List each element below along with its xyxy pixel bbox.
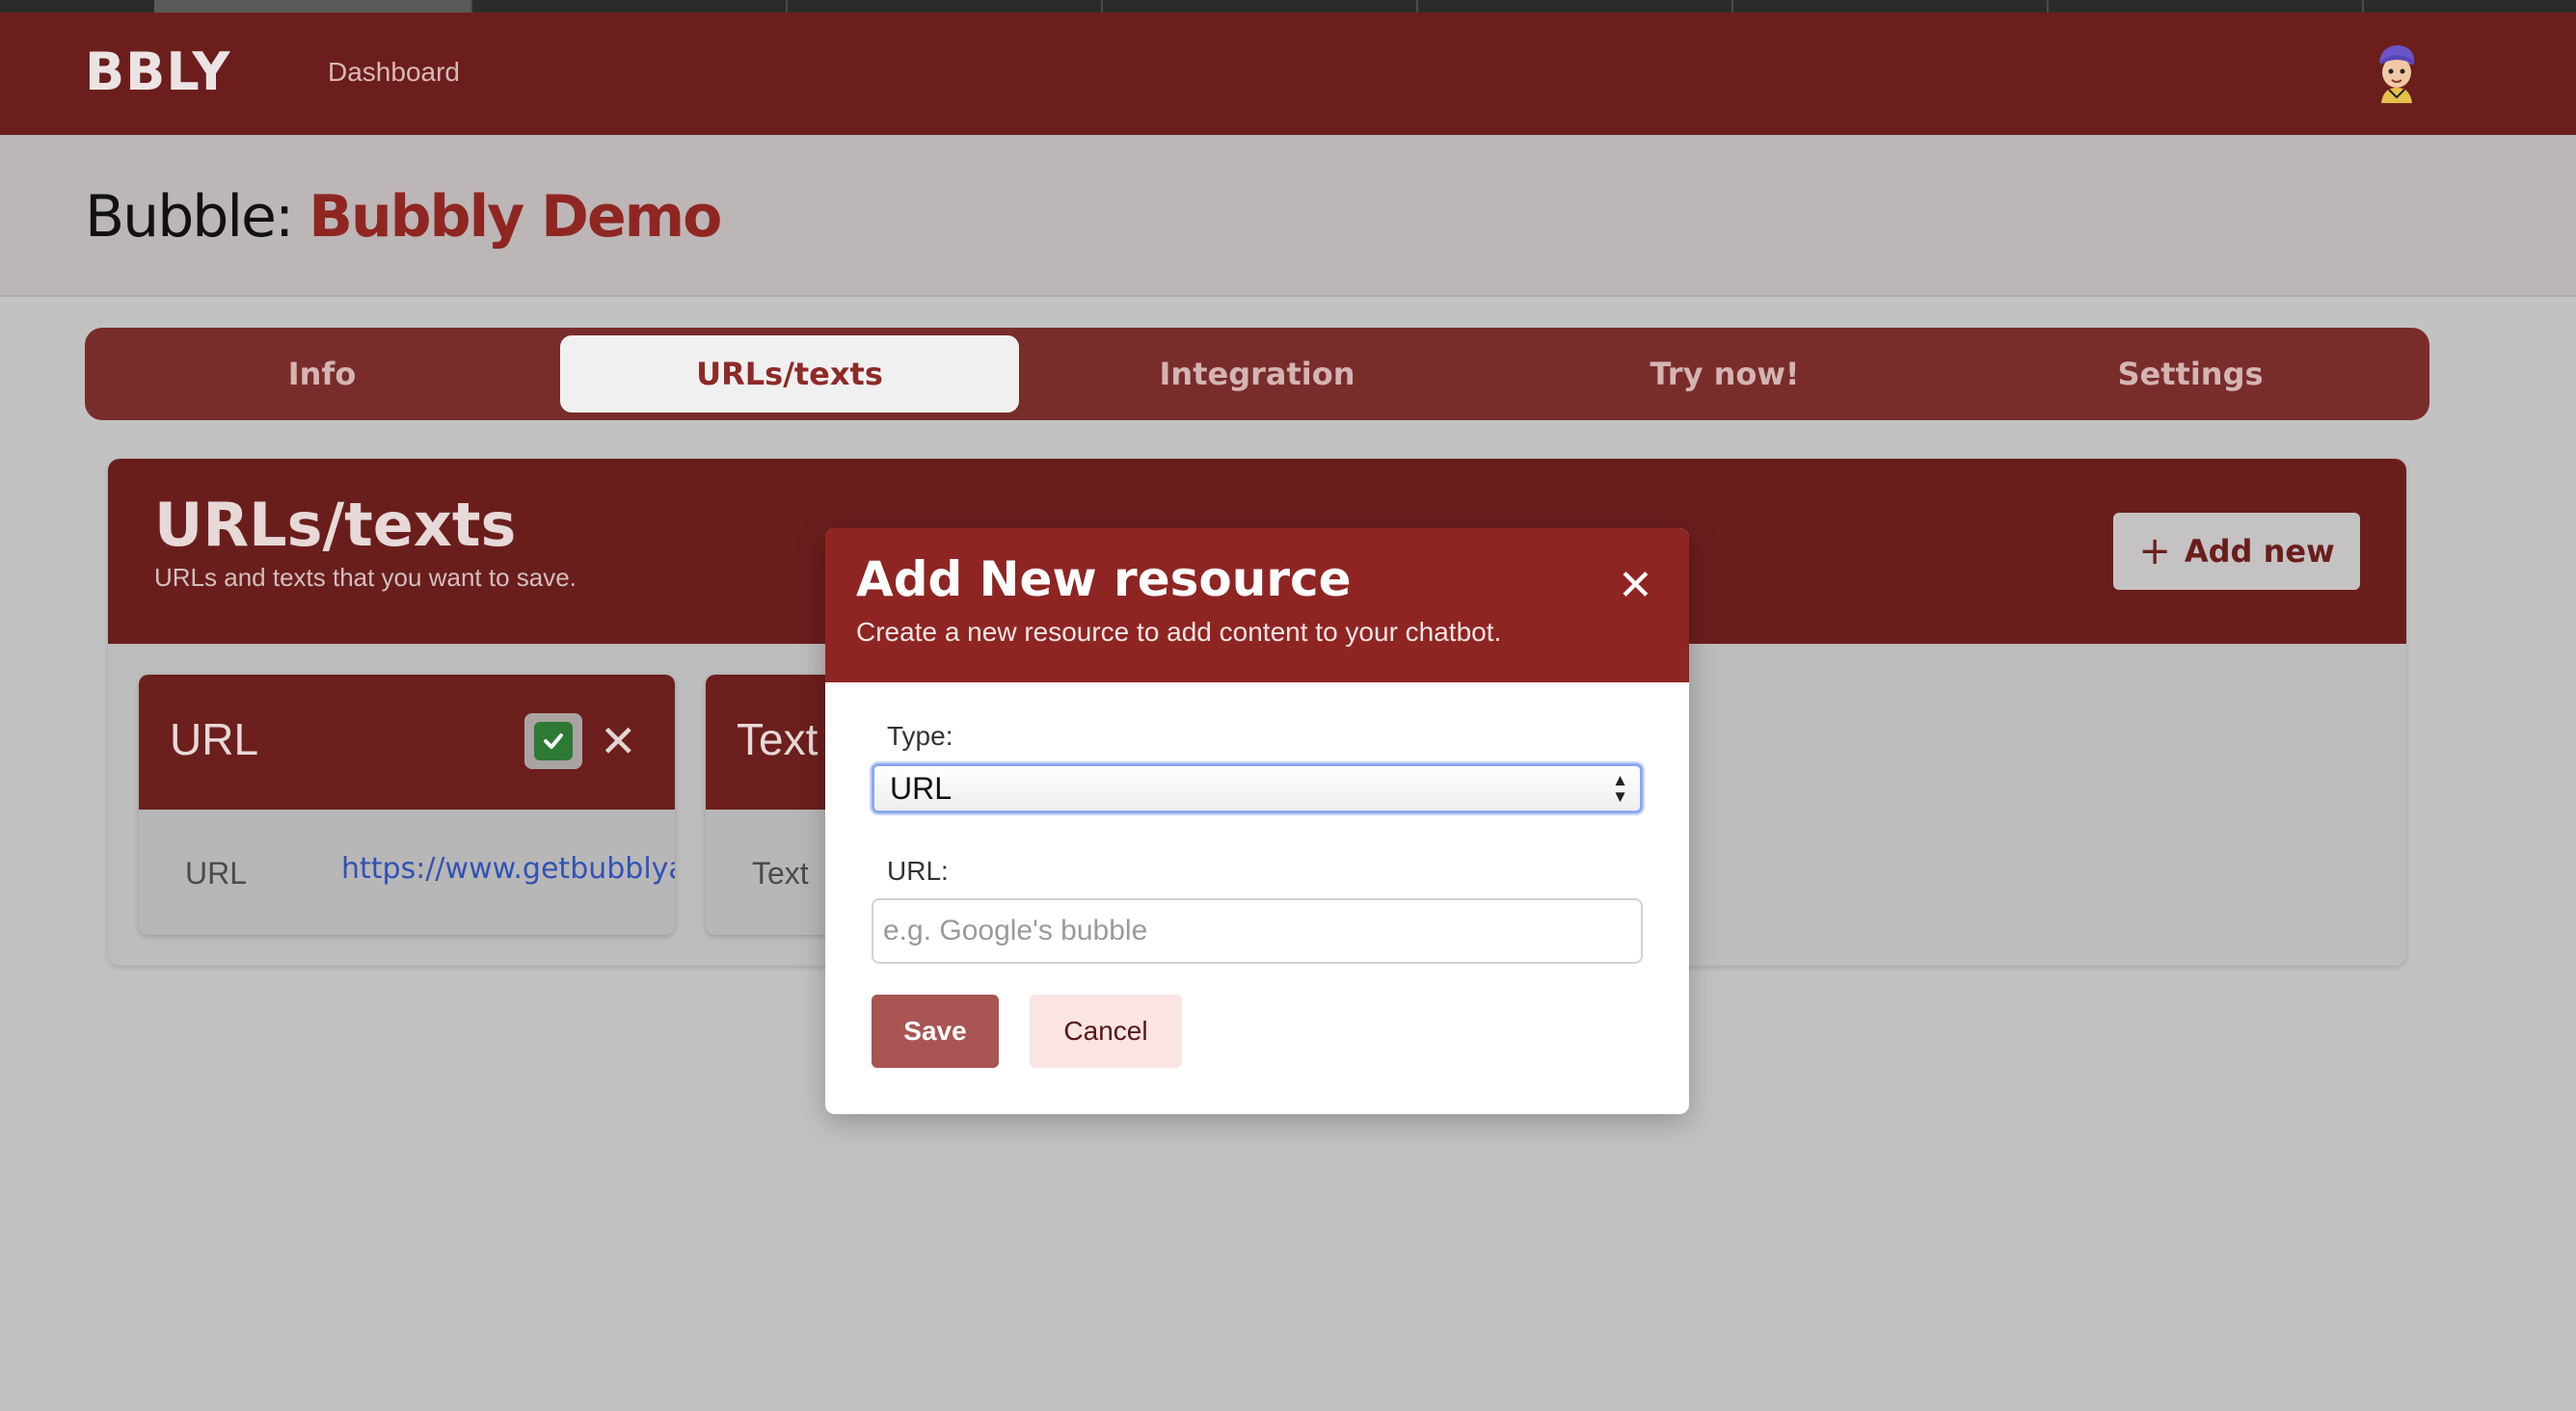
browser-tab[interactable] [2049, 0, 2364, 13]
plus-icon: + [2138, 529, 2171, 573]
page-title-band: Bubble: Bubbly Demo [0, 135, 2576, 297]
browser-tab[interactable] [472, 0, 788, 13]
modal-subtitle: Create a new resource to add content to … [856, 617, 1502, 647]
cancel-button[interactable]: Cancel [1030, 995, 1182, 1068]
browser-tab[interactable] [1103, 0, 1418, 13]
resource-row-label: Text [752, 856, 809, 891]
browser-tab[interactable] [788, 0, 1103, 13]
resource-card-title: URL [170, 714, 259, 764]
resource-card-header: URL ✕ [139, 675, 675, 810]
brand-logo[interactable]: BBLY [85, 41, 230, 102]
section-title: URLs/texts [154, 490, 517, 560]
resource-row-label: URL [185, 856, 248, 891]
browser-tab-active[interactable] [154, 0, 472, 13]
bubble-name: Bubbly Demo [309, 183, 722, 251]
checkmark-icon [534, 722, 573, 760]
resource-card-title: Text [737, 714, 818, 764]
save-button[interactable]: Save [872, 995, 999, 1068]
add-resource-modal: Add New resource Create a new resource t… [825, 528, 1689, 1114]
browser-tab[interactable] [1733, 0, 2049, 13]
add-new-button[interactable]: + Add new [2113, 513, 2360, 590]
tabs-bar: Info URLs/texts Integration Try now! Set… [85, 328, 2429, 420]
url-label: URL: [887, 856, 949, 886]
tab-urls-texts[interactable]: URLs/texts [560, 335, 1019, 413]
tab-try-now[interactable]: Try now! [1495, 335, 1954, 413]
tab-settings[interactable]: Settings [1961, 335, 2420, 413]
modal-title: Add New resource [856, 551, 1352, 607]
section-subtitle: URLs and texts that you want to save. [154, 563, 577, 592]
app-header: BBLY Dashboard [0, 13, 2576, 135]
page-title: Bubble: Bubbly Demo [85, 183, 722, 251]
url-input[interactable] [872, 898, 1643, 964]
modal-header: Add New resource Create a new resource t… [825, 528, 1689, 682]
nav-dashboard-link[interactable]: Dashboard [328, 57, 460, 88]
close-icon[interactable]: ✕ [1618, 561, 1653, 610]
resource-card-url: URL ✕ URL https://www.getbubblyai [139, 675, 675, 935]
resource-url-link[interactable]: https://www.getbubblyai [341, 852, 675, 886]
close-icon[interactable]: ✕ [600, 715, 637, 767]
browser-tab-strip [0, 0, 2576, 13]
page-title-prefix: Bubble: [85, 183, 309, 251]
avatar-icon [2379, 45, 2415, 103]
type-select-value: URL [890, 770, 953, 806]
type-select[interactable]: URL ▲ ▼ [872, 763, 1643, 813]
select-arrows-icon: ▲ ▼ [1612, 771, 1628, 806]
tab-integration[interactable]: Integration [1028, 335, 1487, 413]
resource-enabled-checkbox[interactable] [524, 713, 582, 769]
browser-tab[interactable] [1418, 0, 1733, 13]
user-avatar[interactable] [2372, 41, 2422, 103]
add-new-label: Add new [2184, 533, 2335, 570]
type-label: Type: [887, 721, 953, 751]
tab-info[interactable]: Info [93, 335, 551, 413]
